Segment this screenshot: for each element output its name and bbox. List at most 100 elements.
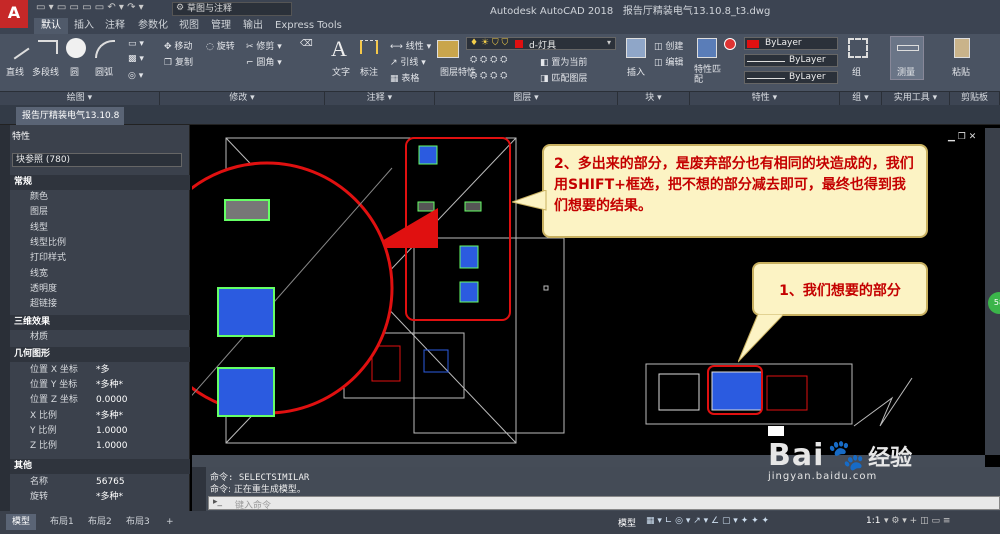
tab-output[interactable]: 输出 — [236, 18, 270, 34]
edit-block-button[interactable]: ◫ 编辑 — [654, 55, 683, 68]
callout-extra-pointer — [512, 190, 547, 211]
layer-tools-icons[interactable]: ⛭ ⛭ ⛭ ⛭ — [470, 55, 507, 65]
group-button[interactable]: 组 — [852, 65, 861, 78]
document-tab[interactable]: 报告厅精装电气13.10.8 — [16, 107, 124, 125]
rotate-button[interactable]: ◌ 旋转 — [206, 39, 235, 52]
command-handle[interactable] — [192, 467, 206, 511]
tab-layout1[interactable]: 布局1 — [44, 514, 80, 530]
prop-row[interactable]: 位置 Z 坐标 0.0000 — [10, 393, 190, 408]
tab-manage[interactable]: 管理 — [204, 18, 238, 34]
workspace-label: 草图与注释 — [187, 4, 233, 14]
prop-row[interactable]: 名称 56765 — [10, 475, 190, 490]
linear-button[interactable]: ⟷ 线性 ▾ — [390, 39, 431, 52]
prop-row[interactable]: 位置 X 坐标 *多 — [10, 363, 190, 378]
table-button[interactable]: ▦ 表格 — [390, 71, 419, 84]
color-dropdown[interactable]: ByLayer — [744, 37, 838, 50]
window-title: Autodesk AutoCAD 2018 报告厅精装电气13.10.8_t3.… — [490, 6, 771, 17]
tab-insert[interactable]: 插入 — [67, 18, 101, 34]
prop-row[interactable]: 打印样式 — [10, 251, 190, 266]
tab-view[interactable]: 视图 — [172, 18, 206, 34]
tab-layout3[interactable]: 布局3 — [120, 514, 156, 530]
polyline-button[interactable]: 多段线 — [32, 65, 59, 78]
circle-button[interactable]: 圆 — [70, 65, 79, 78]
prop-row[interactable]: 位置 Y 坐标 *多种* — [10, 378, 190, 393]
leader-button[interactable]: ↗ 引线 ▾ — [390, 55, 426, 68]
panel-block[interactable]: 块 ▾ — [618, 92, 690, 105]
command-input[interactable]: ▸_ 键入命令 — [208, 496, 1000, 511]
prop-row[interactable]: 透明度 — [10, 282, 190, 297]
erase-icon[interactable]: ⌫ — [300, 39, 313, 49]
prop-row[interactable]: 颜色 — [10, 190, 190, 205]
panel-utilities[interactable]: 实用工具 ▾ — [882, 92, 950, 105]
trim-button[interactable]: ✂ 修剪 ▾ — [246, 39, 282, 52]
prop-row[interactable]: 超链接 — [10, 297, 190, 312]
region-icon[interactable]: ◎ ▾ — [128, 71, 143, 81]
add-layout-icon[interactable]: + — [160, 514, 180, 530]
tab-express-tools[interactable]: Express Tools — [268, 18, 349, 34]
tab-default[interactable]: 默认 — [34, 18, 68, 34]
section-geometry[interactable]: 几何图形 — [10, 347, 190, 362]
draw-extra-icon[interactable]: ▭ ▾ — [128, 39, 144, 49]
dimension-icon — [360, 40, 378, 54]
make-current-button[interactable]: ◧ 置为当前 — [540, 55, 587, 68]
panel-layers[interactable]: 图层 ▾ — [435, 92, 618, 105]
layer-tools-icons-2[interactable]: ⛭ ⛭ ⛭ ⛭ — [470, 71, 507, 81]
prop-row[interactable]: X 比例 *多种* — [10, 409, 190, 424]
dimension-button[interactable]: 标注 — [360, 65, 378, 78]
match-layer-button[interactable]: ◨ 匹配图层 — [540, 71, 587, 84]
insert-button[interactable]: 插入 — [627, 65, 645, 78]
panel-annotation[interactable]: 注释 ▾ — [325, 92, 435, 105]
line-button[interactable]: 直线 — [6, 65, 24, 78]
create-block-button[interactable]: ◫ 创建 — [654, 39, 683, 52]
prop-row[interactable]: 旋转 *多种* — [10, 490, 190, 505]
right-drawing-1 — [658, 373, 700, 411]
layer-dropdown[interactable]: ♦ ☀ ⛉ ⛉ d-灯具 ▾ — [466, 37, 616, 51]
section-general[interactable]: 常规 — [10, 175, 190, 190]
prop-row[interactable]: Z 比例 1.0000 — [10, 439, 190, 454]
tab-model[interactable]: 模型 — [6, 514, 37, 530]
move-button[interactable]: ✥ 移动 — [164, 39, 192, 52]
ribbon: 直线 多段线 圆 圆弧 ▭ ▾ ▩ ▾ ◎ ▾ ✥ 移动 ◌ 旋转 ✂ 修剪 ▾… — [0, 34, 1000, 92]
section-3d[interactable]: 三维效果 — [10, 315, 190, 330]
model-space-button[interactable]: 模型 — [618, 516, 636, 529]
status-tools-icons[interactable]: ▦ ▾ ∟ ◎ ▾ ↗ ▾ ∠ ▢ ▾ ✦ ✦ ✦ — [646, 516, 769, 526]
tab-layout2[interactable]: 布局2 — [82, 514, 118, 530]
panel-properties[interactable]: 特性 ▾ — [690, 92, 840, 105]
tab-annotate[interactable]: 注释 — [98, 18, 132, 34]
lineweight-dropdown[interactable]: ByLayer — [744, 71, 838, 84]
palette-sidebar[interactable] — [0, 125, 10, 511]
prop-row[interactable]: 线型 — [10, 221, 190, 236]
prop-row[interactable]: 材质 — [10, 330, 190, 345]
selection-dropdown[interactable]: 块参照 (780) — [12, 153, 182, 167]
hatch-icon[interactable]: ▩ ▾ — [128, 54, 144, 64]
linetype-dropdown[interactable]: ByLayer — [744, 54, 838, 67]
prop-row[interactable]: Y 比例 1.0000 — [10, 424, 190, 439]
prop-row[interactable]: 图层 — [10, 205, 190, 220]
polyline-icon — [38, 40, 58, 54]
viewport-controls[interactable]: ▁ ❐ ✕ — [948, 132, 976, 142]
tab-parametric[interactable]: 参数化 — [131, 18, 175, 34]
new-icon[interactable]: ▭ ▾ ▭ ▭ ▭ ▭ ↶ ▾ ↷ ▾ — [36, 2, 144, 16]
linetype-preview — [747, 61, 785, 62]
fillet-button[interactable]: ⌐ 圆角 ▾ — [246, 55, 282, 68]
panel-groups[interactable]: 组 ▾ — [840, 92, 882, 105]
tick-mark — [853, 377, 913, 427]
app-logo[interactable]: A — [0, 0, 28, 28]
section-misc[interactable]: 其他 — [10, 459, 190, 474]
workspace-dropdown[interactable]: 草图与注释 — [172, 2, 292, 16]
status-settings-icons[interactable]: ▾ ⚙ ▾ + ◫ ▭ ≡ — [884, 516, 950, 526]
annotation-scale[interactable]: 1:1 — [866, 516, 880, 526]
prop-row[interactable]: 线型比例 — [10, 236, 190, 251]
paste-button[interactable]: 粘贴 — [952, 65, 970, 78]
arc-button[interactable]: 圆弧 — [95, 65, 113, 78]
measure-button[interactable]: 测量 — [890, 36, 924, 80]
title-bar: ▭ ▾ ▭ ▭ ▭ ▭ ↶ ▾ ↷ ▾ 草图与注释 ⚙ Autodesk Aut… — [0, 0, 1000, 18]
copy-button[interactable]: ❐ 复制 — [164, 55, 193, 68]
text-button[interactable]: 文字 — [332, 65, 350, 78]
ribbon-tabs: 默认 插入 注释 参数化 视图 管理 输出 Express Tools — [0, 18, 1000, 34]
panel-modify[interactable]: 修改 ▾ — [160, 92, 325, 105]
panel-clipboard[interactable]: 剪贴板 — [950, 92, 1000, 105]
match-properties-button[interactable]: 特性匹配 — [694, 65, 722, 85]
panel-draw[interactable]: 绘图 ▾ — [0, 92, 160, 105]
prop-row[interactable]: 线宽 — [10, 267, 190, 282]
